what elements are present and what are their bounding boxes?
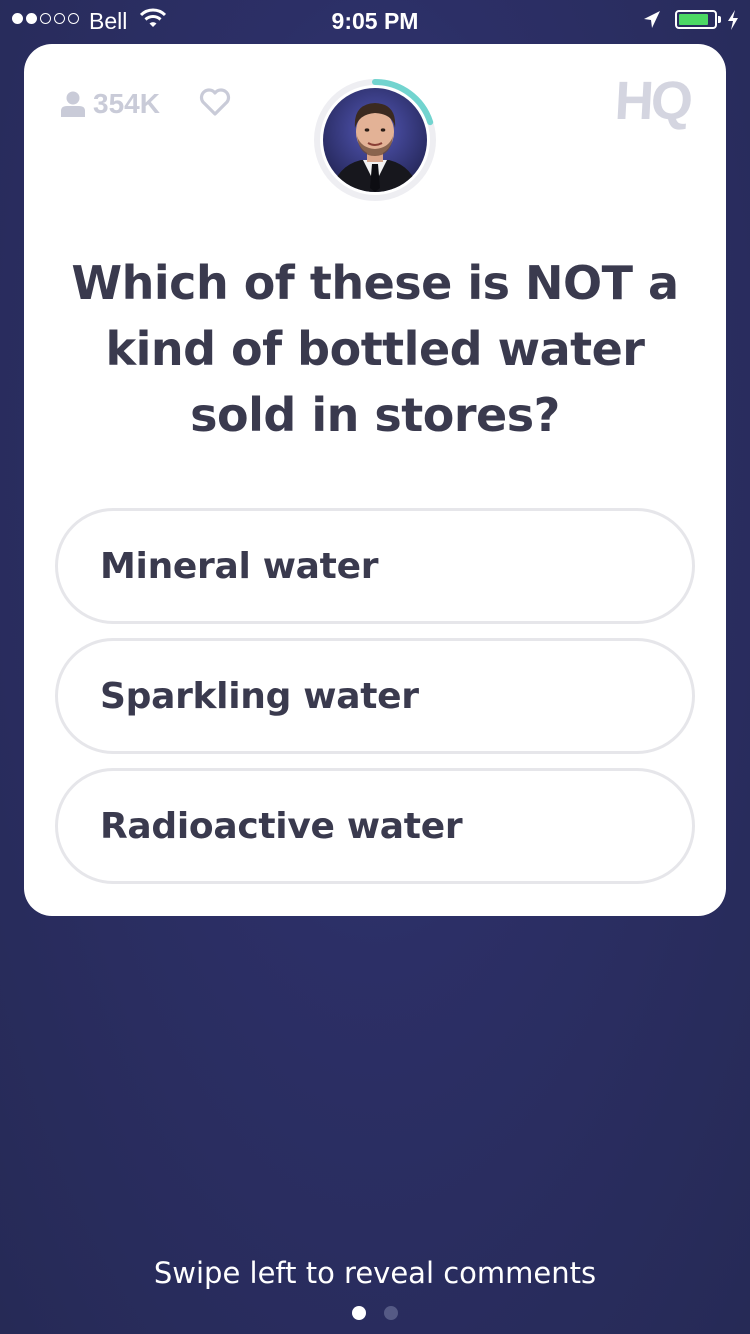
charging-bolt-icon [726, 9, 740, 37]
page-dot-1[interactable] [352, 1306, 366, 1320]
clock: 9:05 PM [331, 8, 419, 34]
location-arrow-icon [642, 9, 662, 37]
answer-label: Sparkling water [100, 675, 419, 717]
page-indicator[interactable] [0, 1306, 750, 1320]
battery-tip [718, 16, 721, 23]
answer-option-3[interactable]: Radioactive water [55, 768, 695, 884]
host-avatar [323, 88, 427, 192]
question-card: 354K HQ Which of these is NOT a kind of … [24, 44, 726, 916]
answer-option-1[interactable]: Mineral water [55, 508, 695, 624]
answer-label: Mineral water [100, 545, 379, 587]
page-dot-2[interactable] [384, 1306, 398, 1320]
swipe-hint: Swipe left to reveal comments [153, 1256, 597, 1290]
viewer-count: 354K [61, 88, 160, 120]
question-text: Which of these is NOT a kind of bottled … [71, 256, 679, 442]
battery-icon [675, 10, 717, 29]
heart-icon[interactable] [199, 88, 231, 120]
viewer-count-label: 354K [93, 88, 160, 119]
status-bar: Bell 9:05 PM [0, 0, 750, 40]
answer-option-2[interactable]: Sparkling water [55, 638, 695, 754]
battery-level [679, 14, 708, 25]
person-icon [61, 91, 85, 117]
hq-logo: HQ [613, 71, 692, 131]
answer-label: Radioactive water [100, 805, 463, 847]
